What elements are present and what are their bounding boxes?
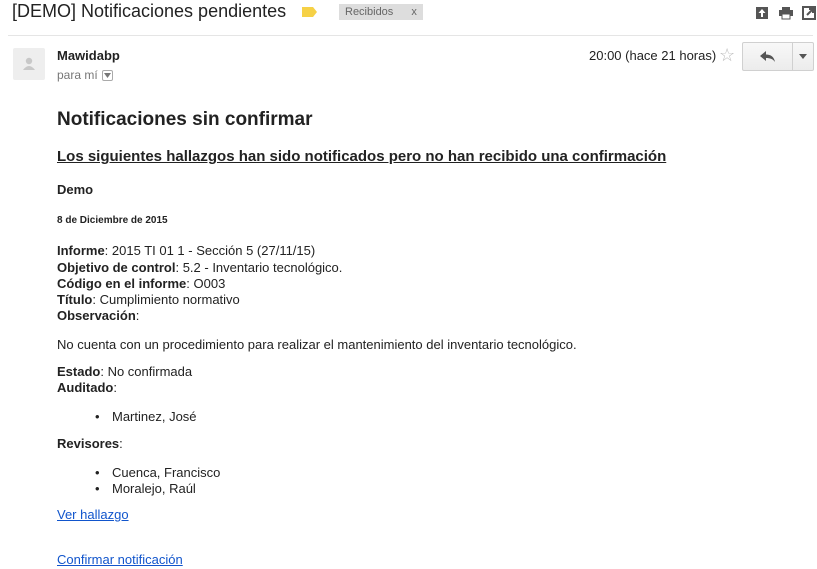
subject-bar: [DEMO] Notificaciones pendientes Recibid… [0,0,817,32]
new-window-icon[interactable] [802,6,816,20]
header-divider [8,35,813,36]
field-value: : 2015 TI 01 1 - Sección 5 (27/11/15) [104,243,316,258]
print-all-icon[interactable] [755,6,769,20]
field-label: Estado [57,364,101,379]
field-label: Auditado [57,380,114,395]
details-dropdown[interactable] [101,69,113,81]
body-title: Notificaciones sin confirmar [57,109,313,130]
label-chip-text: Recibidos [345,6,394,18]
field-observacion: Observación: [57,308,139,324]
field-value: : [119,436,123,451]
chevron-down-icon [103,72,111,78]
reply-icon [759,50,775,62]
field-codigo: Código en el informe: O003 [57,276,225,292]
list-item: Moralejo, Raúl [95,481,220,497]
recipient-line: para mí [57,68,113,82]
message-time: 20:00 (hace 21 horas) [589,48,717,63]
field-titulo: Título: Cumplimiento normativo [57,292,240,308]
recipient-text: para mí [57,68,98,82]
report-date: 8 de Diciembre de 2015 [57,215,168,226]
field-label: Informe [57,243,105,258]
field-value: : [135,308,140,323]
observation-text: No cuenta con un procedimiento para real… [57,337,577,352]
field-estado: Estado: No confirmada [57,364,192,380]
star-icon[interactable]: ☆ [719,46,735,64]
list-item: Cuenca, Francisco [95,465,220,481]
sender-name[interactable]: Mawidabp [57,48,120,63]
chevron-down-icon [799,54,807,59]
reply-button[interactable] [743,43,793,70]
field-value: : No confirmada [100,364,193,379]
field-label: Objetivo de control [57,260,176,275]
field-objetivo: Objetivo de control: 5.2 - Inventario te… [57,260,342,276]
email-subject: [DEMO] Notificaciones pendientes [12,1,287,21]
revisores-list: Cuenca, Francisco Moralejo, Raúl [95,465,220,497]
avatar[interactable] [13,48,45,80]
reply-button-group [742,42,814,71]
field-label: Observación [57,308,136,323]
more-actions-button[interactable] [793,43,813,70]
field-label: Código en el informe [57,276,187,291]
field-value: : Cumplimiento normativo [92,292,240,307]
field-informe: Informe: 2015 TI 01 1 - Sección 5 (27/11… [57,243,315,259]
auditados-list: Martinez, José [95,409,197,425]
field-auditado: Auditado: [57,380,117,396]
list-item: Martinez, José [95,409,197,425]
field-label: Revisores [57,436,120,451]
field-value: : 5.2 - Inventario tecnológico. [175,260,343,275]
confirmar-notificacion-link[interactable]: Confirmar notificación [57,552,183,567]
organization-name: Demo [57,182,94,197]
ver-hallazgo-link[interactable]: Ver hallazgo [57,507,129,522]
label-remove-button[interactable]: x [411,6,417,18]
print-icon[interactable] [779,6,793,20]
person-icon [23,57,35,70]
body-subtitle: Los siguientes hallazgos han sido notifi… [57,148,667,165]
field-label: Título [57,292,93,307]
field-value: : [113,380,117,395]
label-tag-icon[interactable] [302,7,317,17]
label-chip-recibidos[interactable]: Recibidos x [339,4,423,20]
field-value: : O003 [186,276,226,291]
field-revisores: Revisores: [57,436,123,452]
